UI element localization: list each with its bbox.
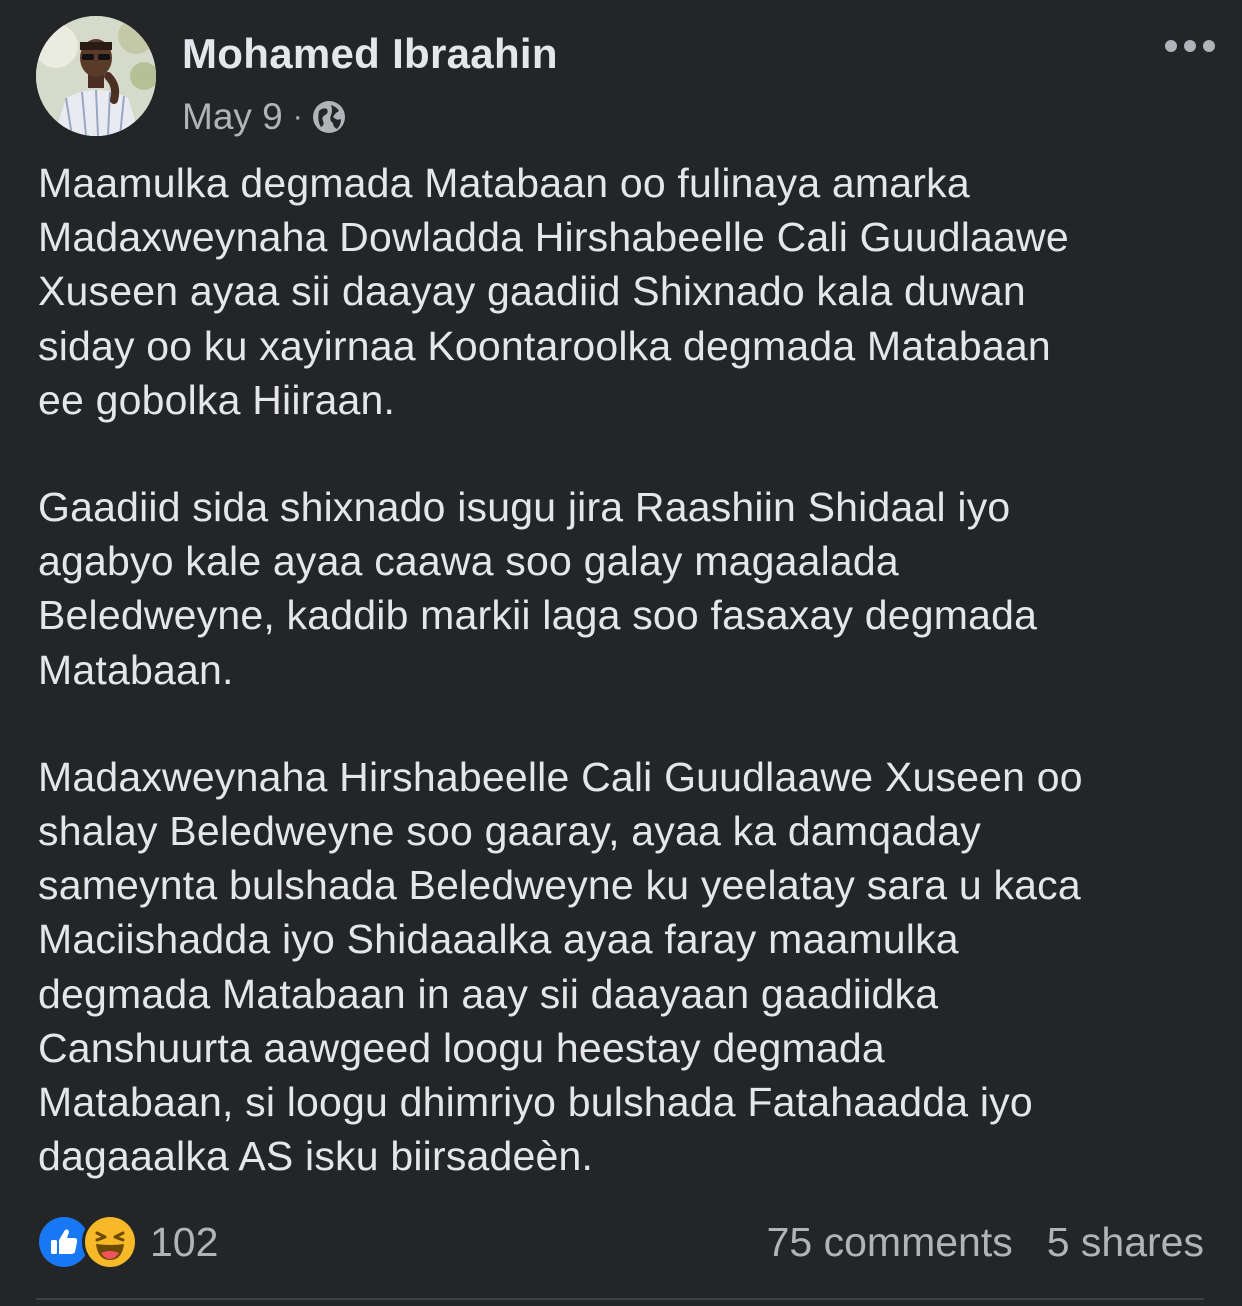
divider [36,1298,1204,1300]
meta-separator: · [292,100,303,133]
post-body: Maamulka degmada Matabaan oo fulinaya am… [38,156,1218,1236]
more-options-button[interactable] [1160,26,1220,66]
more-dots-icon [1165,40,1215,52]
shares-link[interactable]: 5 shares [1047,1219,1204,1266]
avatar-photo [36,16,156,136]
reactions-summary[interactable]: 102 [36,1214,218,1270]
post-date[interactable]: May 9 [182,96,283,138]
comments-link[interactable]: 75 comments [767,1219,1013,1266]
globe-icon[interactable] [311,99,347,135]
author-avatar[interactable] [36,16,156,136]
post-paragraph: Gaadiid sida shixnado isugu jira Raashii… [38,484,1038,693]
post-meta: May 9 · [182,96,347,138]
reaction-count: 102 [150,1218,219,1265]
author-name[interactable]: Mohamed Ibraahin [182,30,558,78]
engagement-links: 75 comments 5 shares [767,1219,1204,1266]
post-paragraph: Maamulka degmada Matabaan oo fulinaya am… [38,160,1069,423]
post-card: Mohamed Ibraahin May 9 · Maamulka degmad… [0,0,1242,1306]
engagement-bar: 102 75 comments 5 shares [36,1212,1204,1272]
haha-icon [82,1214,138,1270]
post-paragraph: Madaxweynaha Hirshabeelle Cali Guudlaawe… [38,753,1083,1180]
